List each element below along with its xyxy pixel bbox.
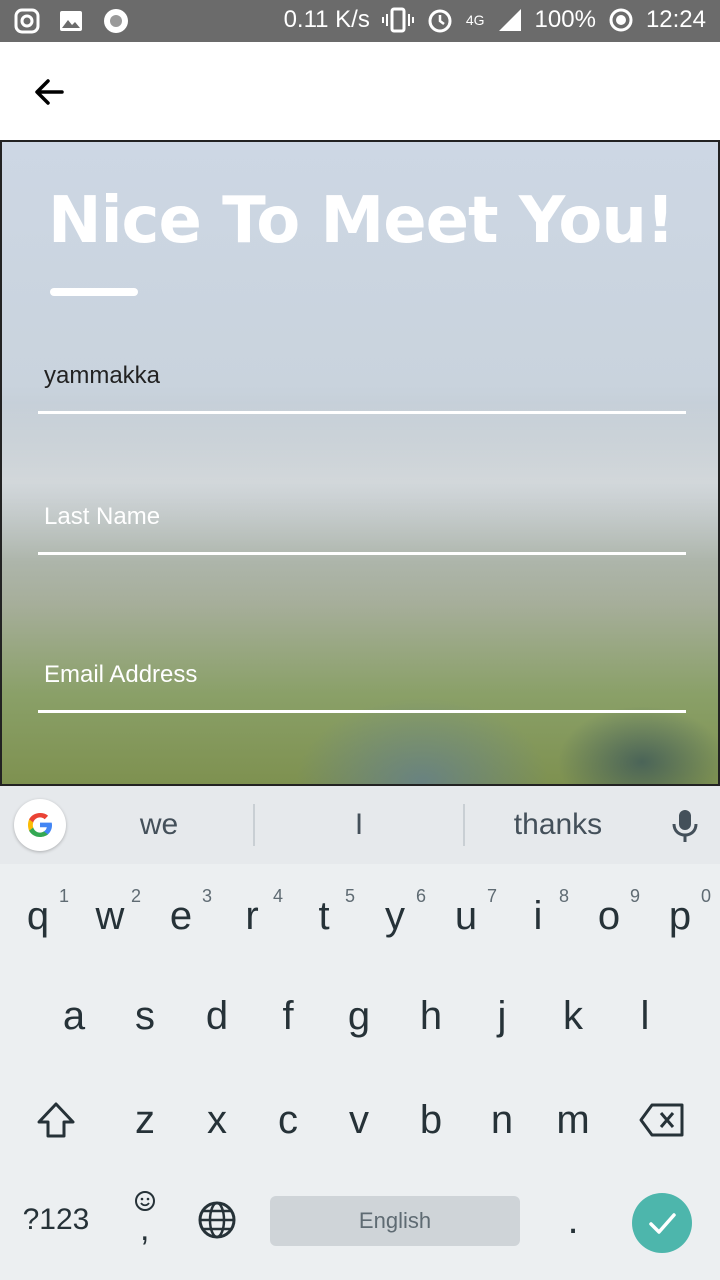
microphone-icon[interactable] [670, 808, 700, 844]
key-hint: 5 [344, 886, 355, 906]
key-y[interactable]: y6 [360, 876, 430, 956]
google-icon[interactable] [14, 799, 66, 851]
key-label: e [169, 893, 193, 938]
shift-key[interactable] [21, 1080, 91, 1160]
key-x[interactable]: x [182, 1080, 252, 1160]
key-label: p [668, 893, 692, 938]
keyboard-suggestion-bar: we I thanks [0, 786, 720, 864]
key-l[interactable]: l [610, 976, 680, 1056]
clock: 12:24 [645, 6, 706, 33]
title-underline [50, 288, 138, 296]
vibrate-icon [381, 7, 414, 33]
key-w[interactable]: w2 [75, 876, 145, 956]
key-f[interactable]: f [253, 976, 323, 1056]
key-hint: 1 [58, 886, 69, 906]
key-q[interactable]: q1 [3, 876, 73, 956]
key-j[interactable]: j [467, 976, 537, 1056]
backspace-icon [639, 1103, 684, 1137]
key-u[interactable]: u7 [431, 876, 501, 956]
key-k[interactable]: k [538, 976, 608, 1056]
key-t[interactable]: t5 [289, 876, 359, 956]
record-icon [104, 9, 128, 33]
backspace-key[interactable] [627, 1080, 697, 1160]
key-i[interactable]: i8 [503, 876, 573, 956]
signal-icon [498, 9, 521, 31]
key-label: t [318, 893, 330, 938]
first-name-underline [38, 411, 686, 414]
status-bar: 0.11 K/s 4G 100% 12:24 [0, 0, 720, 42]
key-c[interactable]: c [253, 1080, 323, 1160]
key-hint: 7 [486, 886, 497, 906]
app-bar [0, 42, 720, 140]
space-bar[interactable]: English [270, 1196, 520, 1246]
last-name-field [38, 485, 686, 555]
first-name-input[interactable] [38, 344, 686, 408]
key-label: u [454, 893, 478, 938]
page-title: Nice To Meet You! [48, 184, 675, 258]
key-hint: 0 [700, 886, 711, 906]
last-name-input[interactable] [38, 485, 686, 549]
email-field [38, 643, 686, 713]
emoji-icon [135, 1191, 155, 1211]
email-input[interactable] [38, 643, 686, 707]
email-underline [38, 710, 686, 713]
signup-form: Nice To Meet You! [0, 140, 720, 786]
first-name-field [38, 344, 686, 414]
key-hint: 2 [130, 886, 141, 906]
key-r[interactable]: r4 [217, 876, 287, 956]
key-hint: 3 [201, 886, 212, 906]
status-right: 0.11 K/s 4G 100% 12:24 [284, 6, 706, 34]
key-a[interactable]: a [39, 976, 109, 1056]
key-hint: 6 [415, 886, 426, 906]
enter-key[interactable] [632, 1193, 692, 1253]
key-label: q [26, 893, 50, 938]
symbols-key[interactable]: ?123 [10, 1180, 102, 1260]
globe-icon [198, 1201, 236, 1239]
key-n[interactable]: n [467, 1080, 537, 1160]
instagram-icon [14, 8, 40, 34]
key-e[interactable]: e3 [146, 876, 216, 956]
key-b[interactable]: b [396, 1080, 466, 1160]
comma-label: , [140, 1210, 150, 1248]
status-left-icons [14, 7, 130, 35]
battery-percent: 100% [534, 6, 596, 33]
suggestion-3[interactable]: thanks [465, 786, 651, 864]
language-key[interactable] [182, 1180, 252, 1260]
network-speed: 0.11 K/s [283, 6, 370, 33]
key-label: i [533, 893, 543, 938]
suggestion-1[interactable]: we [66, 786, 252, 864]
battery-ring-icon [609, 8, 633, 32]
key-g[interactable]: g [324, 976, 394, 1056]
key-o[interactable]: o9 [574, 876, 644, 956]
key-hint: 9 [629, 886, 640, 906]
key-p[interactable]: p0 [645, 876, 715, 956]
keyboard: q1 w2 e3 r4 t5 y6 u7 i8 o9 p0 a s d f g … [0, 864, 720, 1280]
key-label: w [95, 893, 125, 938]
last-name-underline [38, 552, 686, 555]
comma-emoji-key[interactable]: , [110, 1180, 180, 1260]
shift-icon [37, 1102, 75, 1138]
suggestion-2[interactable]: I [255, 786, 463, 864]
checkmark-icon [649, 1213, 676, 1234]
arrow-left-icon[interactable] [28, 70, 72, 114]
network-type: 4G [465, 12, 485, 28]
gallery-icon [60, 11, 82, 31]
key-label: o [597, 893, 621, 938]
key-label: y [385, 893, 405, 938]
key-s[interactable]: s [110, 976, 180, 1056]
key-z[interactable]: z [110, 1080, 180, 1160]
key-hint: 8 [558, 886, 569, 906]
key-label: r [245, 893, 259, 938]
key-d[interactable]: d [182, 976, 252, 1056]
key-hint: 4 [272, 886, 283, 906]
period-key[interactable]: . [538, 1180, 608, 1260]
key-m[interactable]: m [538, 1080, 608, 1160]
key-h[interactable]: h [396, 976, 466, 1056]
key-v[interactable]: v [324, 1080, 394, 1160]
alarm-icon [428, 9, 452, 33]
